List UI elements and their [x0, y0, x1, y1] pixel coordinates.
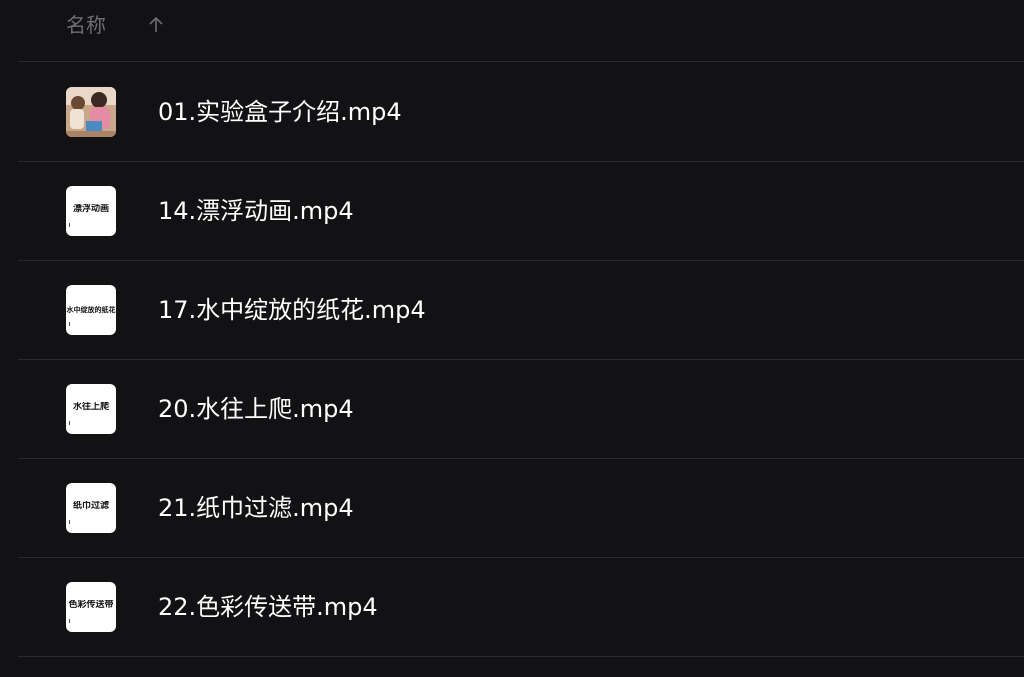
file-name[interactable]: 17.水中绽放的纸花.mp4: [158, 295, 426, 325]
name-column-header[interactable]: 名称: [66, 12, 106, 38]
video-thumbnail: 漂浮动画: [66, 186, 116, 236]
thumbnail-mark: [69, 223, 73, 227]
file-row[interactable]: 纸巾过滤 21.纸巾过滤.mp4: [18, 459, 1024, 558]
thumbnail-caption: 水往上爬: [72, 402, 109, 412]
file-row[interactable]: 色彩传送带 22.色彩传送带.mp4: [18, 558, 1024, 657]
thumbnail-caption: 色彩传送带: [68, 600, 114, 610]
thumbnail-caption: 漂浮动画: [72, 204, 109, 214]
file-name[interactable]: 22.色彩传送带.mp4: [158, 592, 378, 622]
file-name[interactable]: 21.纸巾过滤.mp4: [158, 493, 354, 523]
arrow-up-icon[interactable]: [146, 15, 166, 35]
file-row[interactable]: 水往上爬 20.水往上爬.mp4: [18, 360, 1024, 459]
file-name[interactable]: 14.漂浮动画.mp4: [158, 196, 354, 226]
video-thumbnail: 纸巾过滤: [66, 483, 116, 533]
thumbnail-mark: [69, 520, 73, 524]
column-header: 名称: [18, 0, 1024, 62]
thumbnail-mark: [69, 322, 73, 326]
file-list: 名称 01.实验盒子介绍.mp4 漂浮动画 14.漂浮动画.mp4 水中绽放的纸…: [0, 0, 1024, 677]
thumbnail-mark: [69, 421, 73, 425]
file-row[interactable]: 水中绽放的纸花 17.水中绽放的纸花.mp4: [18, 261, 1024, 360]
thumbnail-mark: [69, 619, 73, 623]
video-thumbnail: 水中绽放的纸花: [66, 285, 116, 335]
video-thumbnail: 色彩传送带: [66, 582, 116, 632]
thumbnail-caption: 纸巾过滤: [72, 501, 109, 511]
thumbnail-caption: 水中绽放的纸花: [66, 306, 116, 314]
file-row[interactable]: 01.实验盒子介绍.mp4: [18, 63, 1024, 162]
file-row[interactable]: 漂浮动画 14.漂浮动画.mp4: [18, 162, 1024, 261]
file-name[interactable]: 01.实验盒子介绍.mp4: [158, 97, 402, 127]
video-thumbnail: [66, 87, 116, 137]
file-name[interactable]: 20.水往上爬.mp4: [158, 394, 354, 424]
video-thumbnail: 水往上爬: [66, 384, 116, 434]
